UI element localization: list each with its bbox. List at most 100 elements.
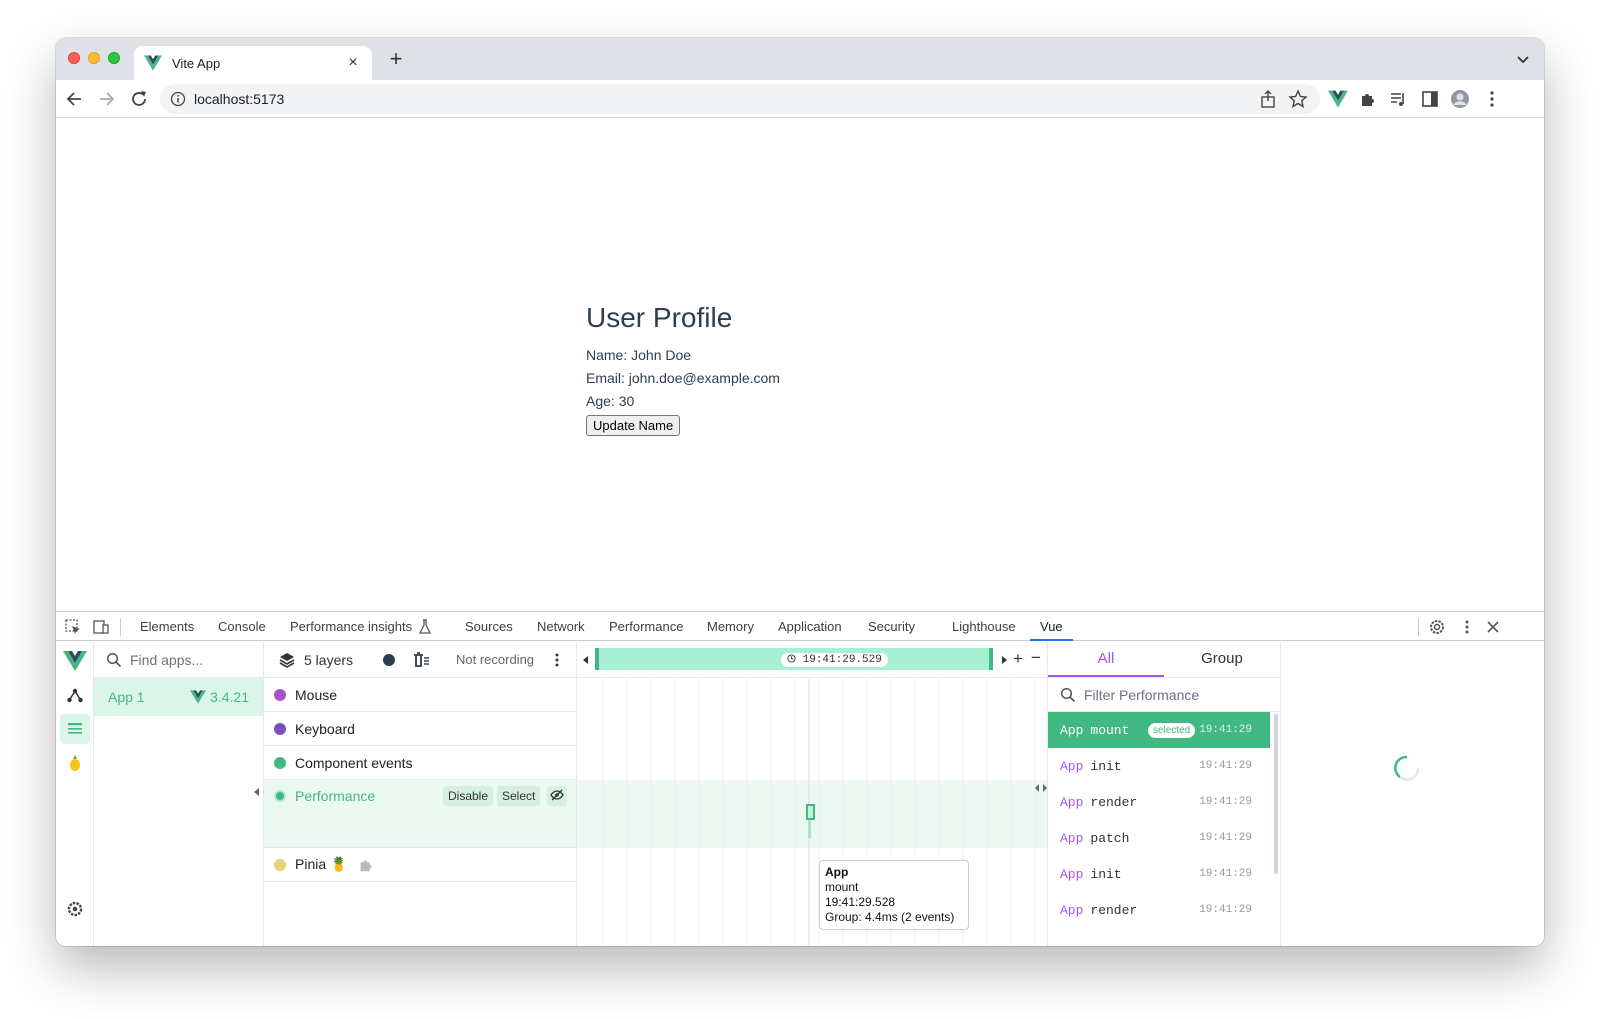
extensions-puzzle-icon[interactable] [1358,89,1378,109]
timeline-range[interactable]: 19:41:29.529 [595,648,993,670]
event-row[interactable]: App mount selected 19:41:29 [1048,712,1270,748]
minimize-window-button[interactable] [88,52,100,64]
event-name: init [1090,866,1122,882]
tab-application[interactable]: Application [778,612,842,641]
app-list-item[interactable]: App 1 3.4.21 [94,678,263,716]
profile-avatar[interactable] [1450,89,1470,109]
address-bar[interactable]: localhost:5173 [160,84,1320,114]
apps-search-input[interactable]: Find apps... [94,642,263,678]
browser-menu-icon[interactable] [1482,89,1502,109]
tab-performance[interactable]: Performance [609,612,683,641]
recording-status: Not recording [456,652,535,667]
layer-performance[interactable]: Performance Disable Select [264,780,576,848]
event-row[interactable]: App patch 19:41:29 [1048,820,1270,856]
vue-devtools-extension-icon[interactable] [1328,89,1348,109]
side-panel-icon[interactable] [1420,89,1440,109]
tab-lighthouse[interactable]: Lighthouse [952,612,1016,641]
layer-color-dot [274,756,286,769]
event-row[interactable]: App init 19:41:29 [1048,856,1270,892]
browser-window: Vite App × + localhost:5173 User Profile… [56,38,1544,946]
tab-all[interactable]: All [1048,642,1164,677]
resize-handle-icon[interactable] [1035,783,1047,793]
layer-mouse[interactable]: Mouse [264,678,576,712]
browser-tab[interactable]: Vite App × [134,46,372,80]
collapse-left-icon[interactable] [252,786,262,798]
devtools-close-icon[interactable] [1484,618,1502,636]
update-name-button[interactable]: Update Name [586,415,681,436]
forward-icon[interactable] [96,88,118,110]
tooltip-time: 19:41:29.528 [825,895,896,909]
tab-memory[interactable]: Memory [707,612,754,641]
record-icon[interactable] [382,653,396,667]
new-tab-button[interactable]: + [384,48,408,72]
maximize-window-button[interactable] [108,52,120,64]
layers-column: 5 layers Not recording Mouse Keyboard Co… [254,642,577,946]
layer-component-events[interactable]: Component events [264,746,576,780]
devtools-more-icon[interactable] [1458,618,1476,636]
tab-security[interactable]: Security [868,612,915,641]
layer-label: Mouse [295,686,338,703]
layers-more-icon[interactable] [552,652,562,668]
selected-badge: selected [1148,722,1196,738]
device-toolbar-icon[interactable] [92,618,110,636]
tab-console[interactable]: Console [218,612,266,641]
tab-strip: Vite App × + [56,38,1544,80]
plugin-puzzle-icon [361,860,372,871]
layer-color-dot [274,790,286,802]
pinia-pineapple-icon[interactable] [60,748,90,778]
devtools-settings-icon[interactable] [1428,618,1446,636]
timeline-grid[interactable]: App mount 19:41:29.528 Group: 4.4ms (2 e… [577,679,1047,946]
share-icon[interactable] [1258,89,1278,109]
tab-vue[interactable]: Vue [1030,612,1073,641]
performance-events-panel: All Group Filter Performance App mount s… [1047,642,1281,946]
vue-settings-icon[interactable] [60,894,90,924]
zoom-out-icon[interactable]: − [1031,648,1041,668]
event-time: 19:41:29 [1199,868,1252,880]
tab-group[interactable]: Group [1164,642,1280,677]
close-window-button[interactable] [68,52,80,64]
hide-layer-button[interactable] [547,786,567,806]
bookmark-star-icon[interactable] [1288,89,1308,109]
tab-elements[interactable]: Elements [140,612,194,641]
profile-age: Age: 30 [586,393,635,409]
event-detail-pane [1281,642,1544,946]
timeline-event-duration [808,820,811,838]
layer-keyboard[interactable]: Keyboard [264,712,576,746]
timeline-scrubber[interactable]: 19:41:29.529 + − [577,642,1047,678]
timeline-icon[interactable] [60,714,90,744]
select-layer-button[interactable]: Select [497,786,541,806]
vue-devtools: Find apps... App 1 3.4.21 5 layers Not r… [56,642,1544,946]
event-row[interactable]: App render 19:41:29 [1048,784,1270,820]
event-list-scrollbar[interactable] [1274,714,1278,874]
layer-pinia[interactable]: Pinia 🍍 [264,848,576,882]
event-row[interactable]: App init 19:41:29 [1048,748,1270,784]
filter-performance-input[interactable]: Filter Performance [1048,678,1280,712]
tab-search-icon[interactable] [1514,50,1532,68]
tooltip-group: Group: 4.4ms (2 events) [825,910,955,924]
timeline-event-marker[interactable] [806,804,815,820]
scroll-right-icon[interactable] [1001,656,1007,664]
event-row[interactable]: App render 19:41:29 [1048,892,1270,928]
site-info-icon[interactable] [170,91,186,107]
tab-performance-insights[interactable]: Performance insights [290,612,412,641]
components-tree-icon[interactable] [60,680,90,710]
layers-icon[interactable] [278,651,296,669]
profile-email: Email: john.doe@example.com [586,370,780,386]
back-icon[interactable] [64,88,86,110]
disable-layer-button[interactable]: Disable [443,786,494,806]
clear-timeline-icon[interactable] [412,652,430,668]
tab-network[interactable]: Network [537,612,585,641]
timeline-tooltip: App mount 19:41:29.528 Group: 4.4ms (2 e… [819,860,969,930]
inspect-element-icon[interactable] [64,618,82,636]
vue-logo-icon [60,646,90,676]
media-queue-icon[interactable] [1388,89,1408,109]
event-time: 19:41:29 [1199,796,1252,808]
close-tab-icon[interactable]: × [344,54,362,72]
layers-count[interactable]: 5 layers [304,652,353,668]
zoom-in-icon[interactable]: + [1013,649,1023,669]
tab-sources[interactable]: Sources [465,612,513,641]
reload-icon[interactable] [128,88,150,110]
scroll-left-icon[interactable] [583,656,589,664]
apps-column: Find apps... App 1 3.4.21 [94,642,264,946]
event-name: render [1090,902,1138,918]
